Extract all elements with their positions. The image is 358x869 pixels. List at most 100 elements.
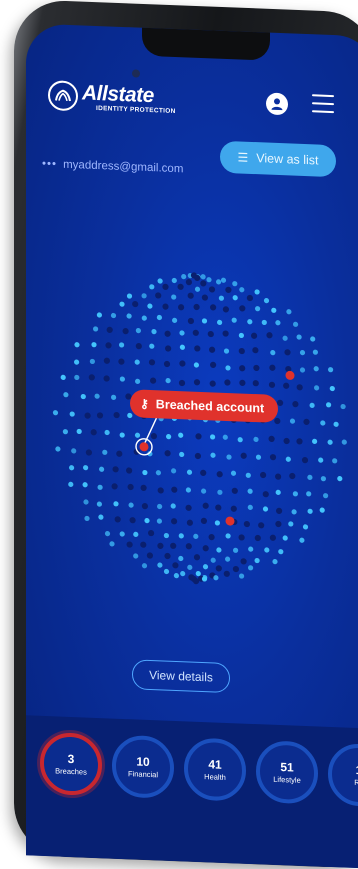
globe-dot <box>163 360 171 368</box>
globe-dot <box>283 437 290 445</box>
globe-dot <box>200 517 207 525</box>
globe-dot <box>195 433 202 440</box>
app-screen: Allstate IDENTITY PROTECTION ••• myaddre… <box>26 23 358 869</box>
globe-dot <box>83 465 89 471</box>
breach-globe[interactable] <box>44 256 350 600</box>
globe-dot <box>307 474 313 480</box>
globe-dot <box>248 546 254 552</box>
globe-dot <box>82 482 88 488</box>
globe-dot <box>110 312 117 319</box>
globe-dot <box>232 565 239 573</box>
globe-dot <box>80 393 86 400</box>
globe-dot <box>225 365 231 371</box>
globe-dot <box>157 562 163 568</box>
globe-dot <box>185 543 192 550</box>
allstate-logo: Allstate IDENTITY PROTECTION <box>48 80 176 115</box>
globe-dot <box>162 303 169 310</box>
globe-dot <box>292 491 298 497</box>
globe-dot <box>170 503 176 509</box>
category-health[interactable]: 41 Health <box>184 737 246 802</box>
globe-dot <box>111 483 118 490</box>
list-icon: ☰ <box>237 150 249 165</box>
globe-dot <box>289 472 296 480</box>
globe-dot <box>248 565 254 571</box>
globe-dot <box>171 468 177 474</box>
account-email[interactable]: ••• myaddress@gmail.com <box>42 158 183 175</box>
globe-dot <box>233 547 239 553</box>
globe-dot <box>274 417 281 425</box>
globe-dot <box>177 283 184 290</box>
globe-dot <box>285 456 291 462</box>
globe-dot <box>254 289 260 295</box>
globe-dot <box>83 499 89 505</box>
globe-dot <box>126 293 133 299</box>
globe-dot <box>269 364 276 371</box>
globe-dot <box>85 449 93 456</box>
globe-dot <box>119 301 125 307</box>
globe-dot <box>68 481 74 488</box>
globe-dot <box>275 520 282 528</box>
globe-dot <box>240 558 247 565</box>
globe-dot <box>293 321 299 327</box>
globe-dot <box>126 541 133 548</box>
globe-dot <box>299 367 306 373</box>
hands-logo-icon <box>48 80 78 112</box>
globe-dot <box>88 374 95 381</box>
globe-dot <box>193 303 200 311</box>
view-as-list-button[interactable]: ☰ View as list <box>220 140 336 178</box>
globe-dot <box>76 428 82 435</box>
globe-dot <box>52 410 59 416</box>
globe-dot <box>220 277 227 283</box>
globe-dot <box>172 317 178 323</box>
globe-dot <box>263 298 270 304</box>
breach-marker[interactable] <box>285 370 295 380</box>
globe-dot <box>150 377 157 384</box>
globe-dot <box>193 554 201 561</box>
globe-dot <box>216 471 223 478</box>
globe-dot <box>97 484 103 490</box>
category-re[interactable]: 1 Re <box>328 742 358 808</box>
category-lifestyle[interactable]: 51 Lifestyle <box>256 740 318 805</box>
globe-dot <box>214 520 220 526</box>
globe-dot <box>128 502 134 508</box>
globe-dot <box>210 452 216 458</box>
globe-dot <box>217 489 223 495</box>
globe-dot <box>239 287 245 293</box>
globe-dot <box>118 358 125 365</box>
breach-marker[interactable] <box>139 442 149 452</box>
globe-dot <box>247 319 253 325</box>
hamburger-menu-icon[interactable] <box>312 94 334 114</box>
globe-dot <box>312 438 318 444</box>
globe-dot <box>247 504 253 510</box>
globe-dot <box>262 491 269 498</box>
breach-marker[interactable] <box>225 516 235 526</box>
profile-icon[interactable] <box>266 92 288 116</box>
globe-dot <box>269 534 276 541</box>
globe-dot <box>245 472 251 478</box>
globe-dot <box>62 429 68 435</box>
globe-dot <box>140 484 147 491</box>
globe-dot <box>206 277 212 283</box>
globe-dot <box>231 317 237 323</box>
globe-dot <box>296 438 303 445</box>
category-financial[interactable]: 10 Financial <box>112 734 174 799</box>
globe-dot <box>127 412 133 419</box>
globe-dot <box>329 385 335 392</box>
globe-dot <box>283 382 290 389</box>
breached-account-tooltip[interactable]: ⚷ Breached account <box>130 389 279 423</box>
camera-dot <box>132 69 140 78</box>
globe-dot <box>102 449 108 455</box>
category-breaches[interactable]: 3 Breaches <box>40 731 102 797</box>
globe-dot <box>74 342 80 348</box>
globe-dot <box>116 450 123 457</box>
view-details-button[interactable]: View details <box>132 659 230 694</box>
globe-dot <box>320 420 326 426</box>
globe-dot <box>327 439 333 445</box>
globe-dot <box>194 452 201 460</box>
globe-dot <box>157 542 164 549</box>
category-label: Breaches <box>55 765 87 777</box>
globe-dot <box>302 524 309 530</box>
globe-dot <box>255 306 261 312</box>
globe-dot <box>194 345 201 352</box>
globe-dot <box>218 295 224 301</box>
